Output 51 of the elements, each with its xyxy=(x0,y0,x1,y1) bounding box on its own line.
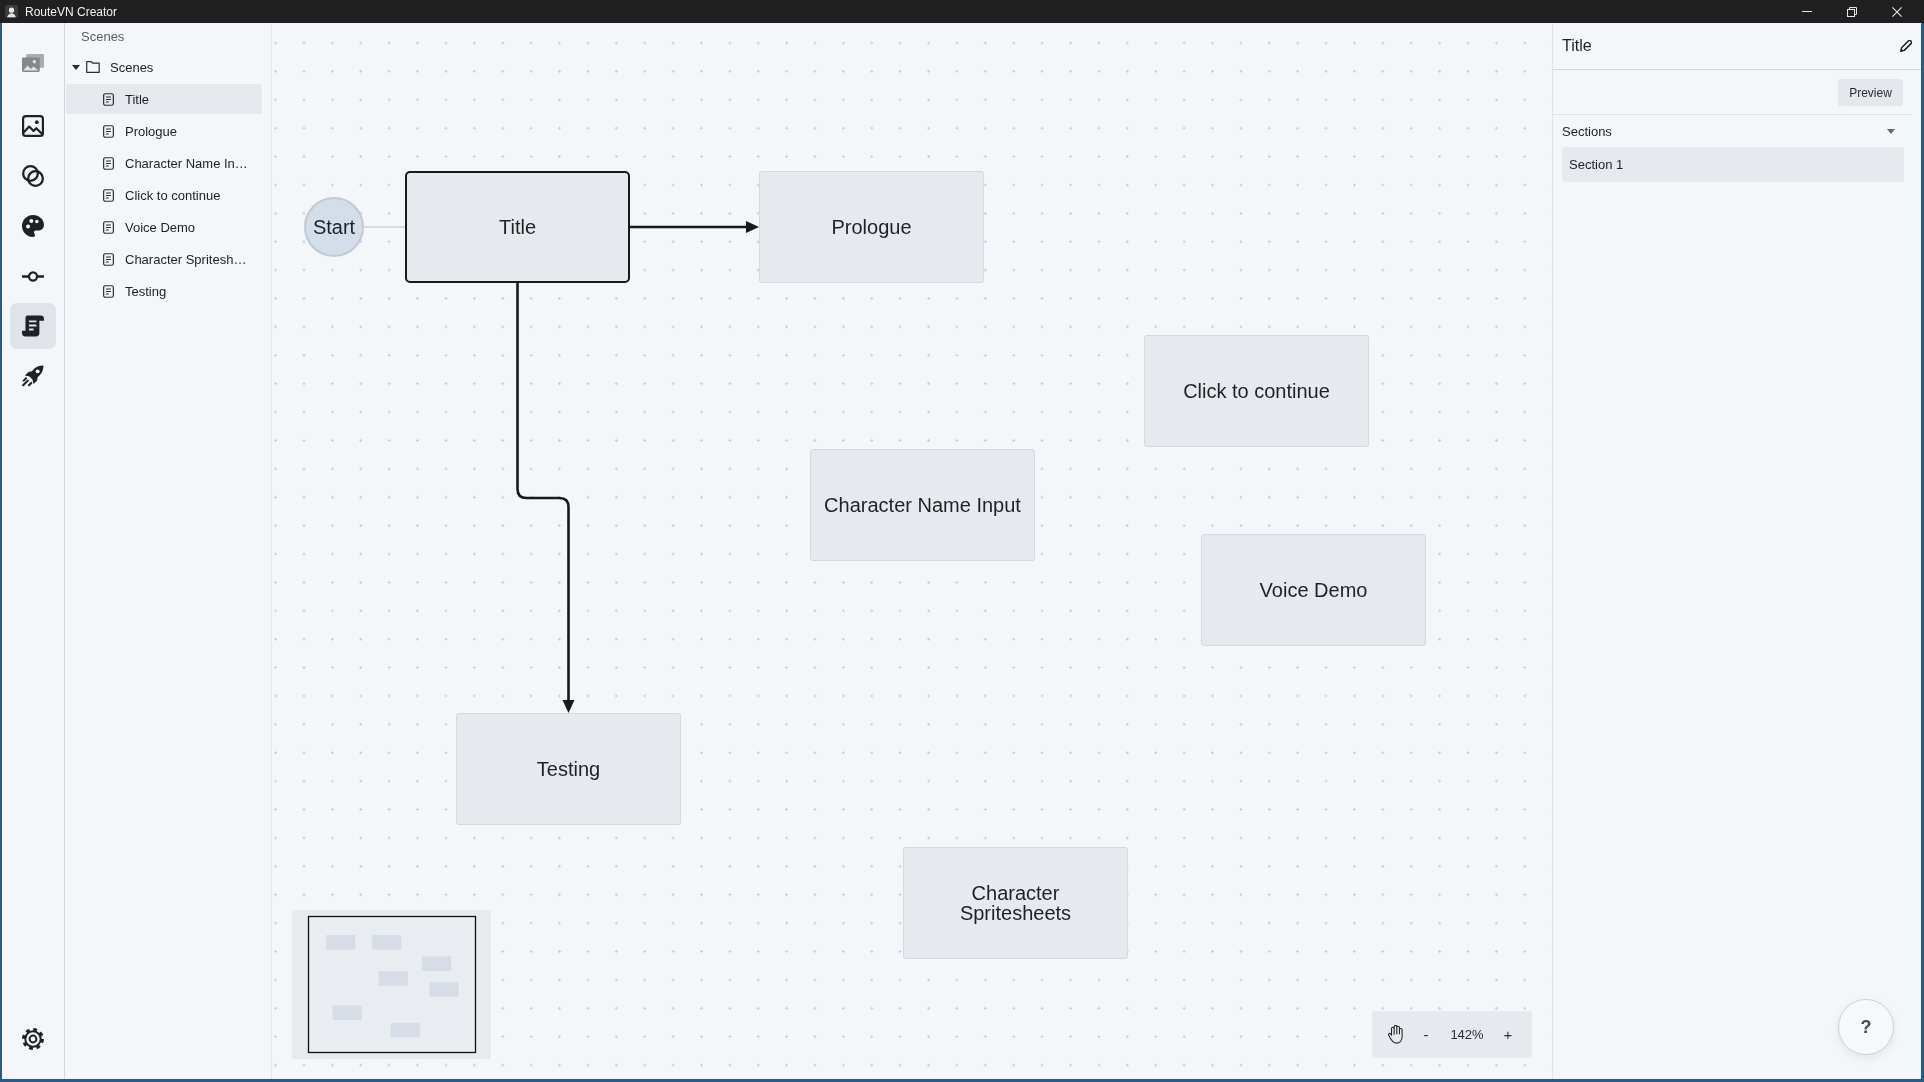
tree-item[interactable]: Click to continue xyxy=(66,180,262,210)
scene-node[interactable]: Character Spritesheets xyxy=(903,847,1128,959)
window-title: RouteVN Creator xyxy=(25,4,119,19)
sidebar-title: Scenes xyxy=(80,28,125,46)
scene-node[interactable]: Character Name Input xyxy=(810,449,1035,561)
document-icon xyxy=(103,156,114,170)
document-icon xyxy=(103,92,114,106)
tree-item[interactable]: Prologue xyxy=(66,116,262,146)
folder-icon xyxy=(86,61,100,73)
scene-node[interactable]: Testing xyxy=(456,713,681,825)
scene-node[interactable]: Prologue xyxy=(759,171,984,283)
tree-item[interactable]: Testing xyxy=(66,276,262,306)
circles-icon xyxy=(22,165,44,187)
sections-header[interactable]: Sections xyxy=(1553,115,1921,147)
tree-folder[interactable]: Scenes xyxy=(66,52,262,82)
tree-item[interactable]: Character Spritesh… xyxy=(66,244,262,274)
start-node[interactable]: Start xyxy=(304,197,364,257)
document-icon xyxy=(103,284,114,298)
scene-node[interactable]: Title xyxy=(405,171,630,283)
help-button[interactable]: ? xyxy=(1838,999,1894,1055)
document-icon xyxy=(103,220,114,234)
section-item[interactable]: Section 1 xyxy=(1562,147,1904,182)
zoom-out-button[interactable]: - xyxy=(1416,1019,1436,1050)
minimap[interactable] xyxy=(292,910,491,1059)
scene-node[interactable]: Click to continue xyxy=(1144,335,1369,447)
nav-button[interactable] xyxy=(10,303,56,349)
document-icon xyxy=(103,188,114,202)
tree-item[interactable]: Character Name In… xyxy=(66,148,262,178)
hand-icon xyxy=(1387,1025,1403,1044)
palette-icon xyxy=(22,215,44,237)
minimize-icon xyxy=(1801,11,1812,12)
tree-item[interactable]: Title xyxy=(66,84,262,114)
scroll-icon xyxy=(22,315,44,337)
connector-line xyxy=(363,226,406,228)
document-icon xyxy=(103,124,114,138)
close-icon xyxy=(1891,6,1902,17)
image-icon xyxy=(22,115,44,137)
app-icon xyxy=(5,5,18,18)
panel-title: Title xyxy=(1562,37,1592,55)
commit-icon xyxy=(22,270,44,282)
preview-button[interactable]: Preview xyxy=(1838,79,1903,106)
scene-node[interactable]: Voice Demo xyxy=(1201,534,1426,646)
tree-item[interactable]: Voice Demo xyxy=(66,212,262,242)
pencil-icon xyxy=(1900,40,1912,52)
settings-icon xyxy=(22,1028,44,1050)
restore-icon xyxy=(1846,6,1857,17)
zoom-in-button[interactable]: + xyxy=(1498,1019,1518,1050)
rocket-icon xyxy=(22,365,44,387)
images-icon xyxy=(22,52,44,74)
zoom-level: 142% xyxy=(1449,1027,1485,1042)
document-icon xyxy=(103,252,114,266)
